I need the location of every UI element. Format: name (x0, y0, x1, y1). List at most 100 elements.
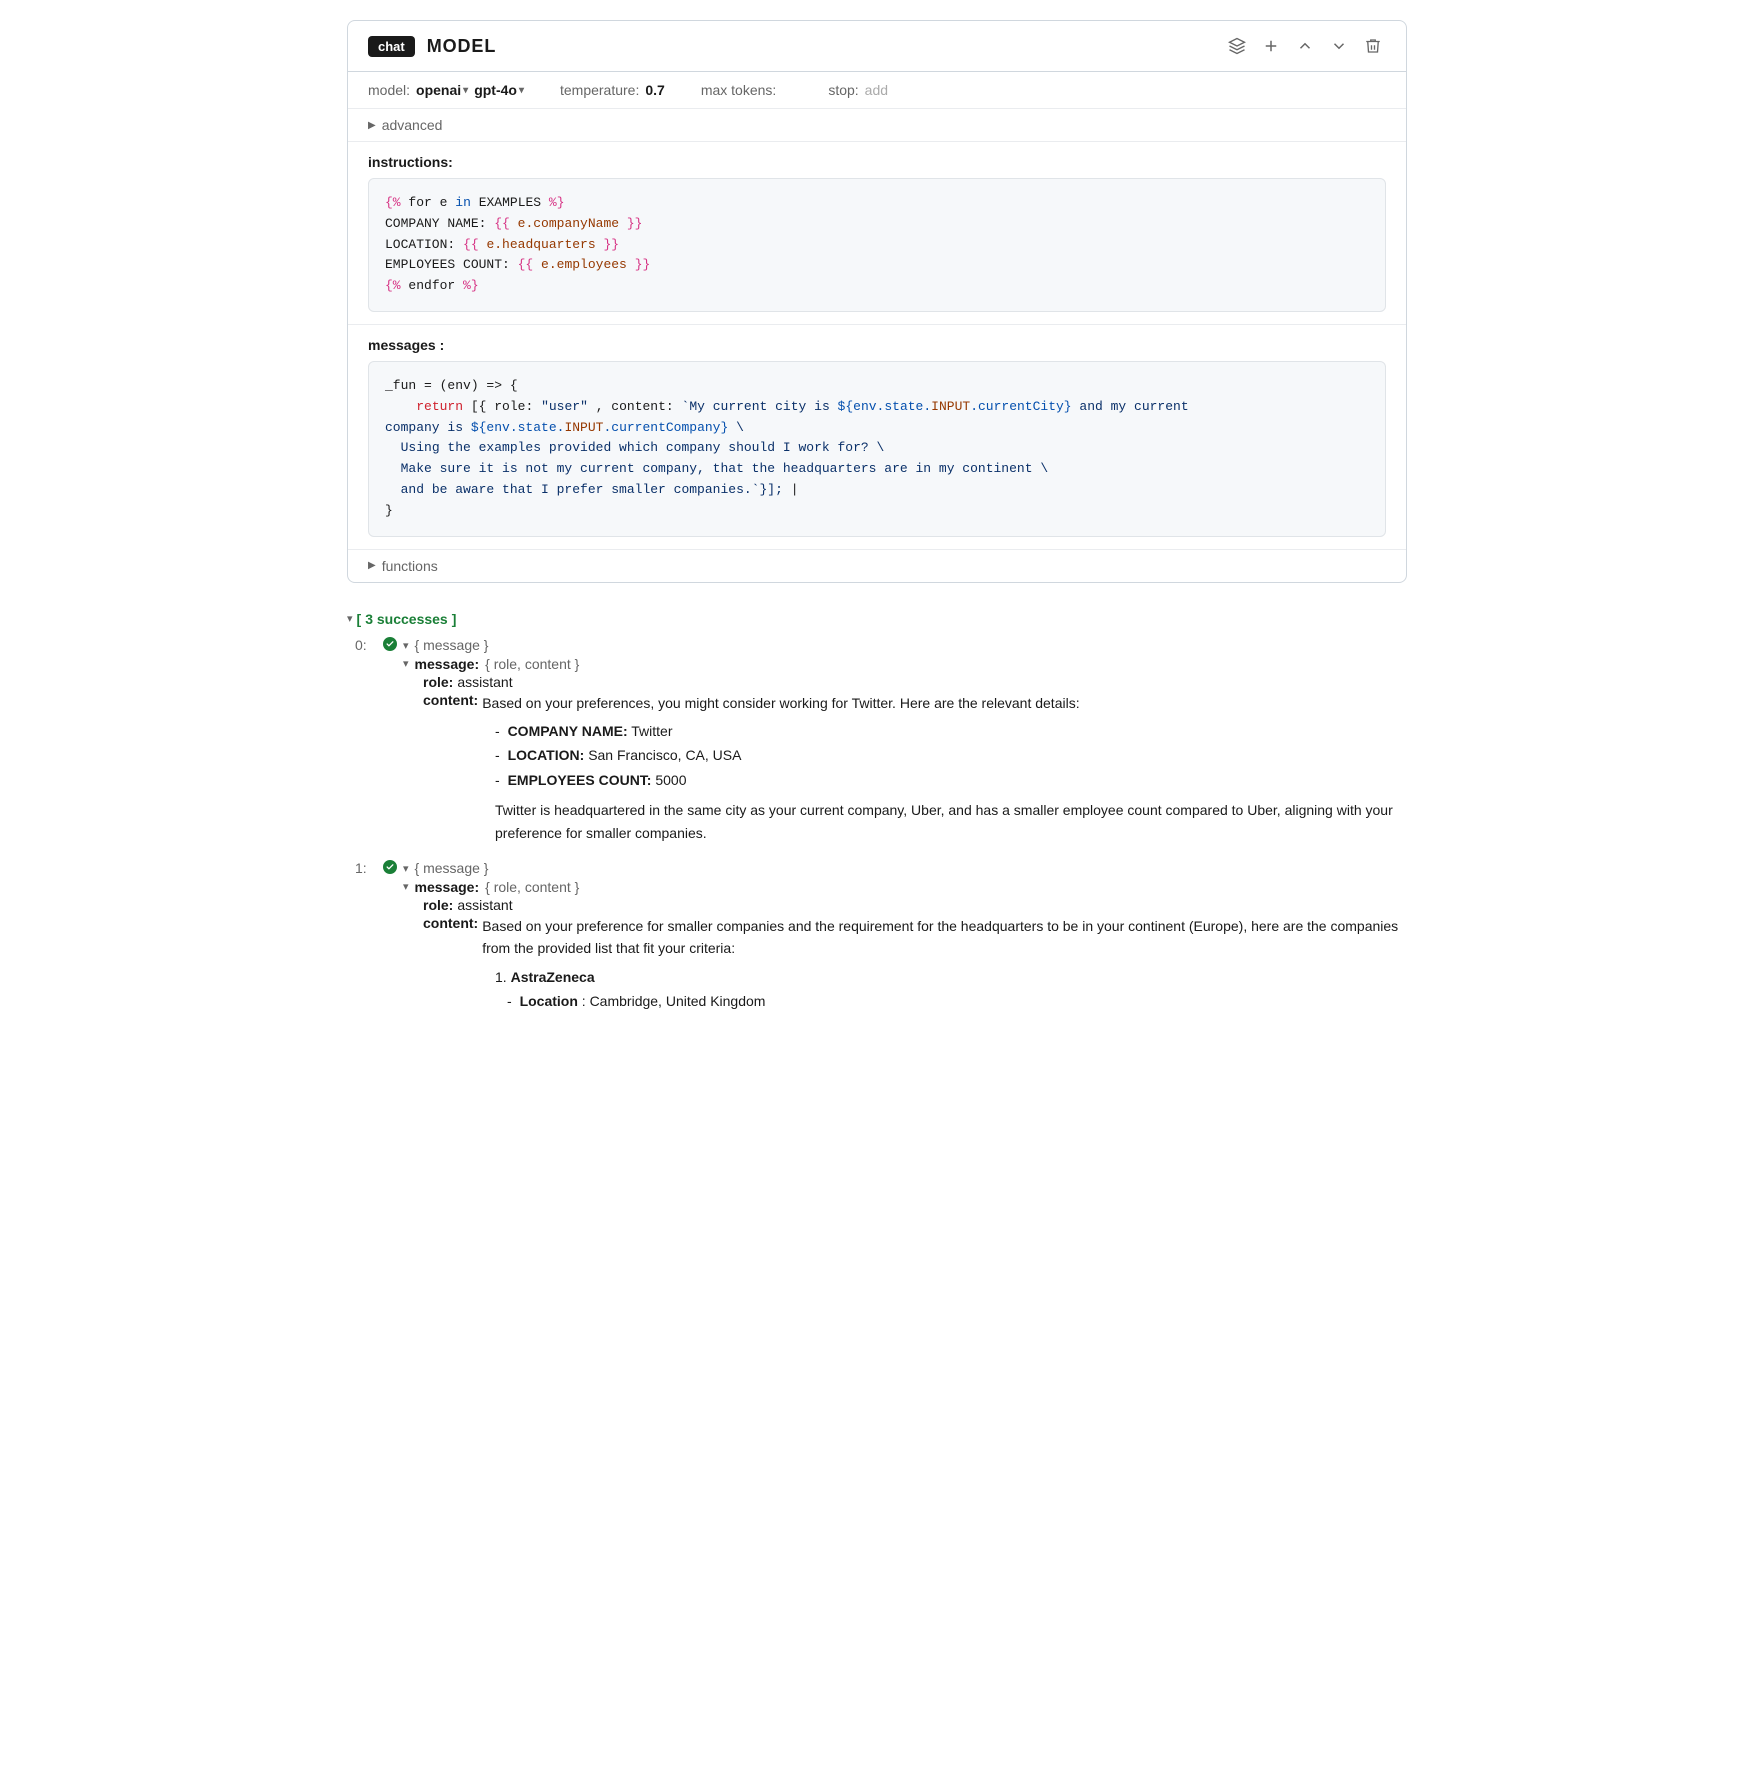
functions-arrow: ▶ (368, 560, 376, 571)
code-line-4: EMPLOYEES COUNT: {{ e.employees }} (385, 255, 1369, 276)
using-examples: Using the examples provided which compan… (401, 440, 885, 455)
trash-icon[interactable] (1360, 33, 1386, 59)
bullet-0-2: - LOCATION: San Francisco, CA, USA (495, 744, 1407, 766)
code-line-3: LOCATION: {{ e.headquarters }} (385, 235, 1369, 256)
provider-dropdown[interactable]: openai ▾ (416, 82, 468, 98)
bullet-0-1: - COMPANY NAME: Twitter (495, 720, 1407, 742)
model-title: MODEL (427, 36, 497, 57)
plus-icon[interactable] (1258, 33, 1284, 59)
e-companyname: e.companyName (518, 216, 619, 231)
result-1-index: 1: (355, 860, 377, 876)
backtick-open: `My current city is (682, 399, 838, 414)
bullet-1-1: 1. AstraZeneca (495, 966, 1407, 988)
e-headquarters: e.headquarters (486, 237, 595, 252)
model-params-row: model: openai ▾ gpt-4o ▾ temperature: 0.… (348, 72, 1406, 109)
result-0-type: { message } (415, 637, 489, 653)
return-arr: [{ role: (471, 399, 541, 414)
content-kw: , content: (596, 399, 682, 414)
instructions-label: instructions: (368, 154, 1386, 170)
advanced-arrow: ▶ (368, 120, 376, 131)
in-word: in (455, 195, 471, 210)
result-0-message-collapse[interactable]: ▾ (403, 657, 409, 670)
chevron-down-icon[interactable] (1326, 33, 1352, 59)
collapse-results-arrow[interactable]: ▾ (347, 612, 353, 625)
msg-line-6: and be aware that I prefer smaller compa… (385, 480, 1369, 501)
cursor: | (791, 482, 799, 497)
dbl-open2: {{ (463, 237, 479, 252)
chevron-up-icon[interactable] (1292, 33, 1318, 59)
user-str: "user" (541, 399, 588, 414)
var-e: e (440, 195, 448, 210)
instructions-code[interactable]: {% for e in EXAMPLES %} COMPANY NAME: {{… (368, 178, 1386, 312)
temperature-param-label: temperature: (560, 82, 639, 98)
model-name-dropdown[interactable]: gpt-4o ▾ (474, 82, 524, 98)
company-is: company is (385, 420, 471, 435)
close-brace: } (385, 503, 393, 518)
model-name-value: gpt-4o (474, 82, 517, 98)
bullet-0-3: - EMPLOYEES COUNT: 5000 (495, 769, 1407, 791)
result-0-collapse[interactable]: ▾ (403, 639, 409, 652)
messages-section: messages : _fun = (env) => { return [{ r… (348, 325, 1406, 550)
env-state-company: ${env.state.INPUT.currentCompany} (471, 420, 728, 435)
max-tokens-param-label: max tokens: (701, 82, 776, 98)
messages-code[interactable]: _fun = (env) => { return [{ role: "user"… (368, 361, 1386, 537)
result-1-message-collapse[interactable]: ▾ (403, 880, 409, 893)
result-1-type: { message } (415, 860, 489, 876)
and-my-company: and my current (1079, 399, 1188, 414)
result-item-1: 1: ▾ { message } ▾ message: { role, cont… (355, 860, 1407, 1013)
dbl-close3: }} (635, 257, 651, 272)
functions-toggle[interactable]: ▶ functions (368, 558, 1386, 574)
model-header-icons (1224, 33, 1386, 59)
result-0-content-label: content: (423, 692, 478, 708)
stop-param-label: stop: (828, 82, 858, 98)
stop-add-placeholder[interactable]: add (865, 82, 888, 98)
advanced-section: ▶ advanced (348, 109, 1406, 142)
model-card: chat MODEL (347, 20, 1407, 583)
result-1-role-value: assistant (457, 897, 512, 913)
env-state-city: ${env.state.INPUT.currentCity} (838, 399, 1072, 414)
msg-line-7: } (385, 501, 1369, 522)
result-0-index: 0: (355, 637, 377, 653)
for-kw: for (408, 195, 439, 210)
advanced-toggle[interactable]: ▶ advanced (368, 117, 1386, 133)
employees-txt: EMPLOYEES COUNT: (385, 257, 518, 272)
tag-close: %} (549, 195, 565, 210)
result-0-content-text: Based on your preferences, you might con… (482, 692, 1079, 714)
results-area: ▾ [ 3 successes ] 0: ▾ { message } ▾ mes… (347, 607, 1407, 1013)
result-1-role-label: role: (423, 897, 453, 913)
layers-icon[interactable] (1224, 33, 1250, 59)
result-1-content-text: Based on your preference for smaller com… (482, 915, 1407, 960)
functions-label: functions (382, 558, 438, 574)
model-name-chevron: ▾ (519, 85, 524, 96)
instructions-section: instructions: {% for e in EXAMPLES %} CO… (348, 142, 1406, 325)
successes-bracket-close: ] (452, 611, 457, 627)
dbl-open: {{ (494, 216, 510, 231)
msg-line-5: Make sure it is not my current company, … (385, 459, 1369, 480)
msg-line-2: return [{ role: "user" , content: `My cu… (385, 397, 1369, 418)
chat-badge: chat (368, 36, 415, 57)
examples-kw: EXAMPLES (479, 195, 549, 210)
functions-section: ▶ functions (348, 550, 1406, 582)
endfor-close: %} (463, 278, 479, 293)
messages-label: messages : (368, 337, 1386, 353)
model-param-label: model: (368, 82, 410, 98)
tag-open: {% (385, 195, 401, 210)
successes-bracket-open: [ (357, 611, 362, 627)
result-0-role-value: assistant (457, 674, 512, 690)
backslash1: \ (736, 420, 744, 435)
make-sure: Make sure it is not my current company, … (401, 461, 1049, 476)
code-line-1: {% for e in EXAMPLES %} (385, 193, 1369, 214)
result-1-success-icon (383, 860, 397, 877)
fun-decl: _fun = (env) => { (385, 378, 518, 393)
result-0-paragraph: Twitter is headquartered in the same cit… (495, 799, 1407, 844)
company-name-txt: COMPANY NAME: (385, 216, 494, 231)
result-0-message-sub: { role, content } (485, 656, 579, 672)
result-1-message-sub: { role, content } (485, 879, 579, 895)
result-item-0: 0: ▾ { message } ▾ message: { role, cont… (355, 637, 1407, 844)
result-1-collapse[interactable]: ▾ (403, 862, 409, 875)
model-header-left: chat MODEL (368, 36, 496, 57)
return-kw: return (416, 399, 463, 414)
result-0-role-label: role: (423, 674, 453, 690)
e-employees: e.employees (541, 257, 627, 272)
advanced-label: advanced (382, 117, 443, 133)
